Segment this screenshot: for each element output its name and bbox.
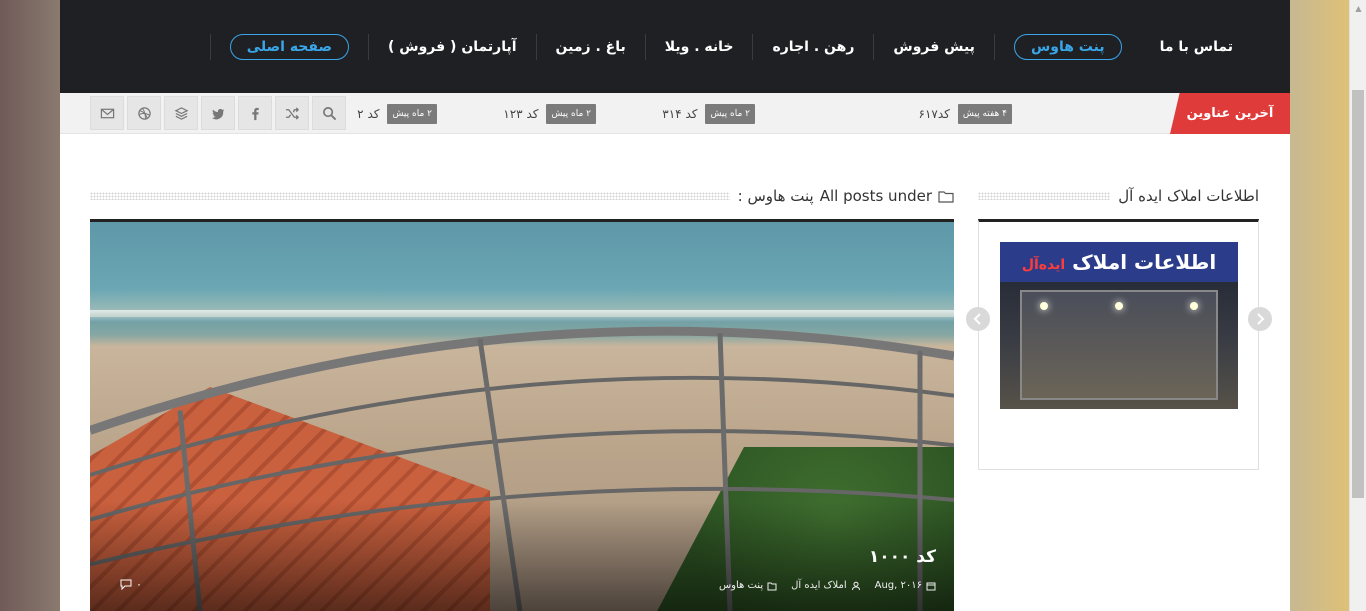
folder-icon <box>767 582 777 590</box>
nav-item-apartment[interactable]: آپارتمان ( فروش ) <box>368 34 536 60</box>
ticker-item-text: کد ۳۱۴ <box>662 107 698 121</box>
sidebar-title: اطلاعات املاک ایده آل <box>1118 187 1259 205</box>
ticker-time-badge: ۴ هفته پیش <box>957 104 1012 124</box>
comment-icon <box>120 579 132 590</box>
header-dotted-line <box>90 192 730 200</box>
post-author[interactable]: املاک ایده آل <box>791 580 861 591</box>
nav-item-penthouse[interactable]: پنت هاوس <box>993 34 1141 60</box>
nav-item-rent-mortgage[interactable]: رهن . اجاره <box>752 34 873 60</box>
nav-item-home-label: صفحه اصلی <box>229 34 349 60</box>
page-title: پنت هاوس : All posts under <box>730 187 954 205</box>
ticker-time-badge: ۲ ماه پیش <box>705 104 755 124</box>
top-navigation: صفحه اصلی آپارتمان ( فروش ) باغ . زمین خ… <box>60 0 1290 93</box>
news-ticker: آخرین عناوین ۴ هفته پیش کد۶۱۷ ۲ ماه پیش … <box>60 93 1290 134</box>
layers-icon[interactable] <box>164 96 198 130</box>
post-overlay <box>90 501 954 611</box>
twitter-icon[interactable] <box>201 96 235 130</box>
sidebar-slider-widget: اطلاعات املاک ایده‌آل <box>978 219 1259 470</box>
ticker-item-text: کد۶۱۷ <box>918 107 950 121</box>
office-photo[interactable]: اطلاعات املاک ایده‌آل <box>1000 242 1238 409</box>
post-date-text: Aug, ۲۰۱۶ <box>874 580 922 591</box>
user-icon <box>851 581 860 590</box>
scroll-up-arrow-icon[interactable]: ▲ <box>1350 0 1366 17</box>
ticker-item[interactable]: ۲ ماه پیش کد ۲ <box>357 103 437 125</box>
nav-item-house-villa[interactable]: خانه . ویلا <box>644 34 753 60</box>
chevron-left-icon <box>973 313 981 325</box>
slider-prev-button[interactable] <box>966 307 990 331</box>
header-dotted-line <box>978 192 1111 200</box>
post-meta: Aug, ۲۰۱۶ املاک ایده آل پنت هاوس <box>719 580 936 591</box>
post-category-text: پنت هاوس <box>718 580 764 591</box>
ticker-time-badge: ۲ ماه پیش <box>387 104 437 124</box>
social-bar <box>90 96 346 130</box>
ticker-item[interactable]: ۴ هفته پیش کد۶۱۷ <box>919 103 1012 125</box>
search-icon[interactable] <box>312 96 346 130</box>
nav-item-presale[interactable]: پیش فروش <box>873 34 994 60</box>
category-name: پنت هاوس : <box>737 187 814 205</box>
scrollbar-thumb[interactable] <box>1352 90 1364 498</box>
ticker-item-text: کد ۲ <box>357 107 380 121</box>
shop-sign-main: اطلاعات املاک <box>1072 250 1217 274</box>
page: صفحه اصلی آپارتمان ( فروش ) باغ . زمین خ… <box>60 0 1290 611</box>
scrollbar[interactable]: ▲ <box>1349 0 1366 611</box>
featured-post[interactable]: کد ۱۰۰۰ Aug, ۲۰۱۶ املاک ایده آل پنت هاوس… <box>90 219 954 611</box>
nav-item-garden-land[interactable]: باغ . زمین <box>535 34 645 60</box>
main-section-header: پنت هاوس : All posts under <box>90 185 954 207</box>
calendar-icon <box>926 582 936 590</box>
nav-menu: صفحه اصلی آپارتمان ( فروش ) باغ . زمین خ… <box>209 34 1252 60</box>
shop-sign: اطلاعات املاک ایده‌آل <box>1000 242 1238 282</box>
comment-count: ۰ <box>136 578 142 591</box>
shuffle-icon[interactable] <box>275 96 309 130</box>
slider-next-button[interactable] <box>1248 307 1272 331</box>
nav-item-penthouse-label: پنت هاوس <box>1013 34 1122 60</box>
facebook-icon[interactable] <box>238 96 272 130</box>
shop-light <box>1190 302 1198 310</box>
shop-sign-sub: ایده‌آل <box>1021 257 1066 273</box>
chevron-right-icon <box>1257 313 1265 325</box>
ticker-item-text: کد ۱۲۳ <box>503 107 539 121</box>
ticker-label: آخرین عناوین <box>1170 93 1290 134</box>
nav-item-home[interactable]: صفحه اصلی <box>209 34 368 60</box>
nav-item-contact[interactable]: تماس با ما <box>1141 34 1252 60</box>
post-comments[interactable]: ۰ <box>120 578 142 591</box>
post-author-text: املاک ایده آل <box>791 580 847 591</box>
folder-icon <box>938 190 954 203</box>
sidebar-section-header: اطلاعات املاک ایده آل <box>978 185 1259 207</box>
ticker-item[interactable]: ۲ ماه پیش کد ۱۲۳ <box>503 103 596 125</box>
post-title[interactable]: کد ۱۰۰۰ <box>869 547 936 567</box>
dribbble-icon[interactable] <box>127 96 161 130</box>
heading-prefix: All posts under <box>819 187 932 205</box>
ticker-item[interactable]: ۲ ماه پیش کد ۳۱۴ <box>662 103 755 125</box>
ticker-time-badge: ۲ ماه پیش <box>546 104 596 124</box>
shop-light <box>1040 302 1048 310</box>
mail-icon[interactable] <box>90 96 124 130</box>
post-date: Aug, ۲۰۱۶ <box>875 580 936 591</box>
post-category[interactable]: پنت هاوس <box>719 580 777 591</box>
shop-light <box>1115 302 1123 310</box>
